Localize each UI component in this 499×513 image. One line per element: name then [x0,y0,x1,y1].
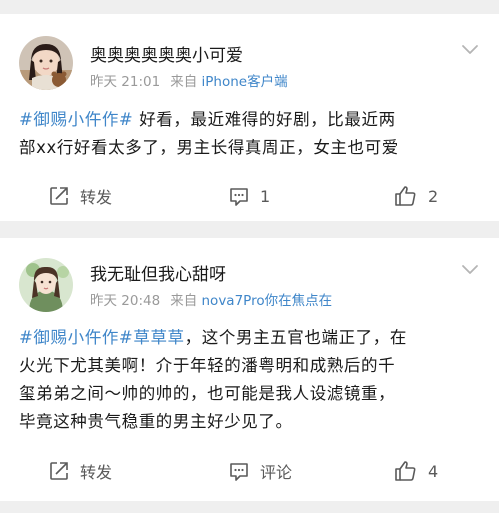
avatar[interactable] [19,258,73,312]
chevron-down-icon[interactable] [461,44,479,56]
like-button[interactable]: 4 [394,457,438,485]
content-line: 部xx行好看太多了，男主长得真周正，女主也可爱 [19,134,485,162]
action-bar: 转发 评论 4 [0,457,499,485]
comment-button[interactable]: 评论 [228,457,292,485]
source-label: 来自 [170,293,198,309]
content-text: 火光下尤其美啊！介于年轻的潘粤明和成熟后的千 [19,356,396,375]
share-icon [50,462,68,480]
content-text: 部xx行好看太多了，男主长得真周正，女主也可爱 [19,138,399,157]
content-line: 玺弟弟之间～帅的帅的，也可能是我人设滤镜重， [19,380,485,408]
like-count: 4 [428,461,439,481]
post-meta: 昨天 21:01 来自 iPhone客户端 [90,70,288,90]
username[interactable]: 奥奥奥奥奥奥小可爱 [90,41,243,66]
content-text: 玺弟弟之间～帅的帅的，也可能是我人设滤镜重， [19,384,396,403]
content-line: #御赐小仵作#草草草，这个男主五官也端正了，在 [19,324,485,352]
post-card: 奥奥奥奥奥奥小可爱 昨天 21:01 来自 iPhone客户端 #御赐小仵作# 好… [0,14,499,221]
source-device[interactable]: nova7Pro你在焦点在 [202,293,333,309]
post-time: 昨天 21:01 [90,74,161,90]
chevron-down-icon[interactable] [461,264,479,276]
content-text: 毕竟这种贵气稳重的男主好少见了。 [19,412,293,431]
username[interactable]: 我无耻但我心甜呀 [90,260,226,285]
topic-link[interactable]: 草草草 [133,328,184,347]
comment-button[interactable]: 1 [228,182,270,210]
post-card: 我无耻但我心甜呀 昨天 20:48 来自 nova7Pro你在焦点在 #御赐小仵作… [0,238,499,501]
source-label: 来自 [170,74,198,90]
share-button[interactable]: 转发 [48,457,112,485]
topic-link[interactable]: #御赐小仵作# [19,328,133,347]
topic-link[interactable]: #御赐小仵作# [19,110,133,129]
comment-icon [230,188,248,206]
thumbs-up-icon [395,186,416,206]
post-meta: 昨天 20:48 来自 nova7Pro你在焦点在 [90,289,332,309]
thumbs-up-icon [395,461,416,481]
weibo-comment-feed: 奥奥奥奥奥奥小可爱 昨天 21:01 来自 iPhone客户端 #御赐小仵作# 好… [0,0,499,513]
post-content: #御赐小仵作#草草草，这个男主五官也端正了，在 火光下尤其美啊！介于年轻的潘粤明… [19,324,485,436]
avatar[interactable] [19,36,73,90]
comment-label: 评论 [260,463,293,482]
like-button[interactable]: 2 [394,182,438,210]
like-count: 2 [428,186,439,206]
share-label: 转发 [80,188,113,207]
comment-count: 1 [260,186,271,206]
content-line: 毕竟这种贵气稳重的男主好少见了。 [19,408,485,436]
content-line: 火光下尤其美啊！介于年轻的潘粤明和成熟后的千 [19,352,485,380]
content-text: 好看，最近难得的好剧，比最近两 [133,110,396,129]
action-bar: 转发 1 2 [0,182,499,210]
share-icon [50,187,68,205]
share-button[interactable]: 转发 [48,182,112,210]
avatar-illustration-icon [19,258,73,312]
comment-icon [230,463,248,481]
content-text: ，这个男主五官也端正了，在 [184,328,407,347]
share-label: 转发 [80,463,113,482]
post-time: 昨天 20:48 [90,293,161,309]
content-line: #御赐小仵作# 好看，最近难得的好剧，比最近两 [19,106,485,134]
avatar-photo-icon [19,36,73,90]
source-device[interactable]: iPhone客户端 [202,74,288,90]
post-content: #御赐小仵作# 好看，最近难得的好剧，比最近两 部xx行好看太多了，男主长得真周… [19,106,485,162]
